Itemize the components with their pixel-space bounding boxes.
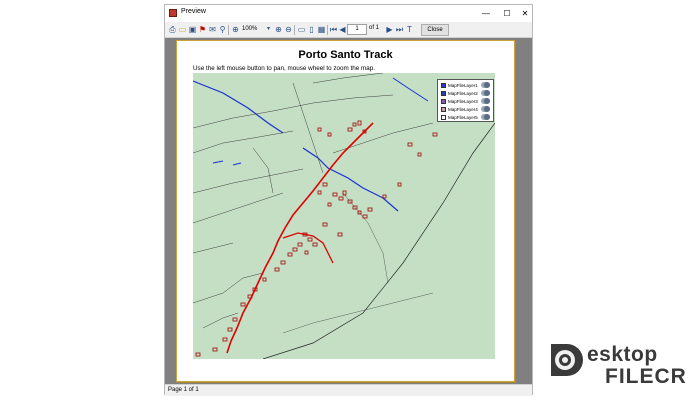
email-icon[interactable]: ✉: [208, 25, 217, 34]
legend-label: MapFileLayer5: [448, 115, 478, 120]
page-width-icon[interactable]: ▭: [297, 25, 306, 34]
legend-item[interactable]: MapFileLayer4: [441, 106, 493, 113]
zoom-icon[interactable]: ⊕: [231, 25, 240, 34]
legend-item[interactable]: MapFileLayer1: [441, 82, 493, 89]
watermark-text: esktop: [587, 343, 658, 366]
layer-toggle[interactable]: [481, 114, 490, 120]
preview-window: Preview — ☐ ✕ ⎙ ▭ ▣ ⚑ ✉ ⚲ ⊕ 100% ▾ ⊕ ⊖ ▭…: [164, 4, 533, 396]
page-title: Porto Santo Track: [298, 49, 393, 61]
zoom-in-icon[interactable]: ⊕: [274, 25, 283, 34]
chevron-down-icon[interactable]: ▾: [264, 25, 273, 34]
map-legend: MapFileLayer1 MapFileLayer2 MapFileLayer…: [437, 79, 494, 122]
preview-viewport[interactable]: Porto Santo Track Use the left mouse but…: [165, 38, 532, 384]
save-icon[interactable]: ▣: [188, 25, 197, 34]
maximize-button[interactable]: ☐: [497, 7, 517, 20]
map-view[interactable]: MapFileLayer1 MapFileLayer2 MapFileLayer…: [193, 73, 495, 359]
app-icon: [169, 9, 177, 17]
toolbar-separator: [327, 25, 328, 35]
watermark-text: FILECR: [605, 365, 687, 388]
legend-label: MapFileLayer4: [448, 107, 478, 112]
close-preview-button[interactable]: Close: [421, 24, 449, 36]
toolbar: ⎙ ▭ ▣ ⚑ ✉ ⚲ ⊕ 100% ▾ ⊕ ⊖ ▭ ▯ ▦ ⏮ ◀ 1 of …: [165, 22, 532, 38]
prev-page-icon[interactable]: ◀: [338, 25, 347, 34]
pdf-icon[interactable]: ⚑: [198, 25, 207, 34]
layer-toggle[interactable]: [481, 90, 490, 96]
title-bar: Preview — ☐ ✕: [165, 5, 532, 22]
first-page-icon[interactable]: ⏮: [329, 25, 338, 34]
zoom-out-icon[interactable]: ⊖: [284, 25, 293, 34]
watermark-logo-icon: [551, 344, 583, 376]
legend-swatch: [441, 99, 446, 104]
layer-toggle[interactable]: [481, 106, 490, 112]
legend-label: MapFileLayer1: [448, 83, 478, 88]
legend-swatch: [441, 83, 446, 88]
legend-swatch: [441, 115, 446, 120]
status-bar: Page 1 of 1: [165, 384, 532, 396]
legend-swatch: [441, 107, 446, 112]
legend-item[interactable]: MapFileLayer2: [441, 90, 493, 97]
window-title: Preview: [181, 8, 206, 15]
multi-page-icon[interactable]: ▦: [317, 25, 326, 34]
toolbar-separator: [294, 25, 295, 35]
legend-item[interactable]: MapFileLayer5: [441, 114, 493, 121]
minimize-button[interactable]: —: [476, 7, 496, 20]
close-window-button[interactable]: ✕: [515, 7, 535, 20]
legend-item[interactable]: MapFileLayer3: [441, 98, 493, 105]
toolbar-separator: [228, 25, 229, 35]
last-page-icon[interactable]: ⏭: [395, 25, 404, 34]
legend-label: MapFileLayer3: [448, 99, 478, 104]
print-icon[interactable]: ⎙: [168, 25, 177, 34]
legend-swatch: [441, 91, 446, 96]
layer-toggle[interactable]: [481, 82, 490, 88]
zoom-select[interactable]: 100%: [242, 24, 264, 34]
open-icon[interactable]: ▭: [178, 25, 187, 34]
page-number-input[interactable]: 1: [347, 24, 367, 35]
find-icon[interactable]: ⚲: [218, 25, 227, 34]
report-page: Porto Santo Track Use the left mouse but…: [176, 40, 515, 382]
next-page-icon[interactable]: ▶: [385, 25, 394, 34]
edit-text-icon[interactable]: T: [405, 25, 414, 34]
watermark-logo: esktop FILECR: [545, 335, 695, 395]
page-total-label: of 1: [369, 25, 380, 31]
page-status-text: Page 1 of 1: [168, 387, 199, 393]
layer-toggle[interactable]: [481, 98, 490, 104]
legend-label: MapFileLayer2: [448, 91, 478, 96]
map-instruction-text: Use the left mouse button to pan, mouse …: [193, 65, 376, 72]
whole-page-icon[interactable]: ▯: [307, 25, 316, 34]
